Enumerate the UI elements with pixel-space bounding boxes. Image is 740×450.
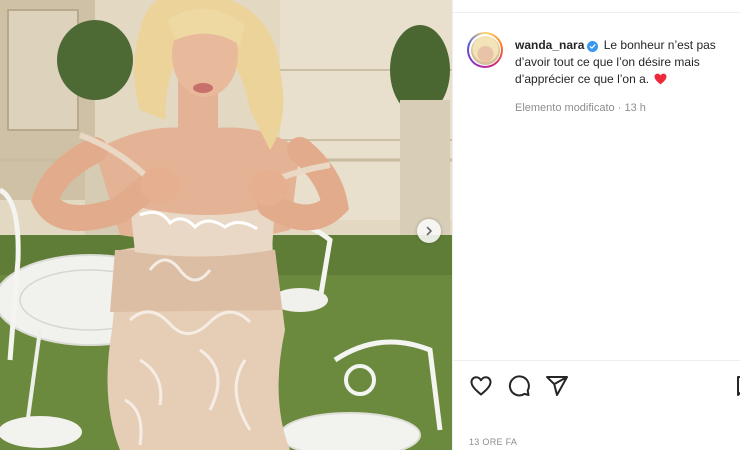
save-button[interactable] (733, 374, 740, 398)
bookmark-icon (737, 376, 740, 396)
meta-separator: · (617, 102, 622, 114)
heart-outline-icon[interactable] (469, 374, 493, 398)
relative-time[interactable]: 13 h (624, 102, 645, 114)
post-photo (0, 0, 452, 450)
paper-plane-icon[interactable] (545, 374, 569, 398)
comment-icon[interactable] (507, 374, 531, 398)
chevron-right-icon (426, 226, 432, 236)
story-ring[interactable] (467, 32, 503, 68)
post-timestamp[interactable]: 13 ORE FA (469, 437, 517, 447)
post-side-panel: wanda_nara Le bonheur n’est pas d’avoir … (452, 0, 740, 450)
username-link[interactable]: wanda_nara (515, 38, 584, 52)
verified-badge-icon (587, 41, 599, 52)
actions-divider (453, 360, 740, 361)
header-divider (453, 12, 740, 13)
post-image (0, 0, 452, 450)
post-caption: wanda_nara Le bonheur n’est pas d’avoir … (515, 37, 737, 90)
red-heart-emoji-icon (654, 73, 667, 90)
next-photo-button[interactable] (417, 219, 441, 243)
post-meta: Elemento modificato · 13 h (515, 102, 646, 114)
avatar[interactable] (470, 35, 500, 65)
action-bar (469, 374, 569, 398)
edited-label: Elemento modificato (515, 102, 615, 114)
